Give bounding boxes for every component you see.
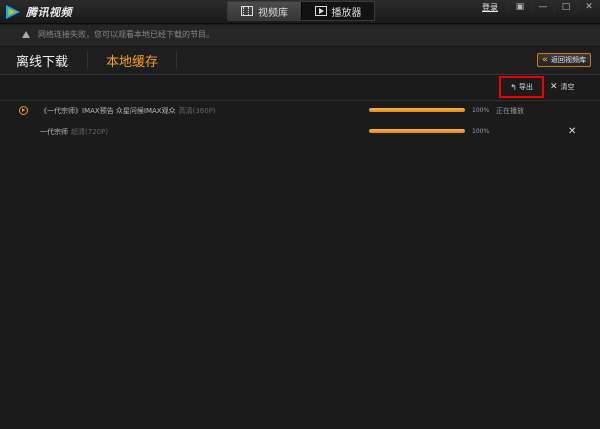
skin-icon[interactable]: ▣ bbox=[508, 0, 531, 14]
app-name: 腾讯视频 bbox=[26, 6, 72, 19]
video-quality: 高清(360P) bbox=[178, 107, 216, 115]
tencent-video-logo-icon bbox=[6, 5, 20, 19]
network-notice-bar: 网络连接失败，您可以观看本地已经下载的节目。 bbox=[0, 25, 600, 45]
play-icon bbox=[314, 6, 327, 16]
video-quality: 超清(720P) bbox=[71, 128, 109, 136]
tab-player[interactable]: 播放器 bbox=[302, 2, 374, 20]
clear-label: 清空 bbox=[560, 83, 575, 91]
export-icon: ↰ bbox=[510, 82, 517, 92]
export-label: 导出 bbox=[518, 83, 533, 91]
list-item[interactable]: 一代宗师 超清(720P) 100% ✕ bbox=[0, 122, 600, 142]
tab-player-label: 播放器 bbox=[331, 7, 362, 19]
playing-indicator-icon[interactable] bbox=[19, 106, 28, 115]
clear-button[interactable]: ✕ 清空 bbox=[550, 80, 575, 94]
tab-video-library-label: 视频库 bbox=[258, 7, 288, 19]
sub-header: 离线下载 本地缓存 « 返回视频库 bbox=[0, 45, 600, 75]
progress-fill bbox=[369, 108, 465, 112]
progress-percent: 100% bbox=[472, 128, 490, 135]
back-to-library-button[interactable]: « 返回视频库 bbox=[537, 53, 591, 67]
list-item[interactable]: 《一代宗师》IMAX预告 众星问候IMAX观众 高清(360P) 100% 正在播… bbox=[0, 101, 600, 121]
top-nav: 视频库 播放器 bbox=[227, 1, 375, 21]
close-icon[interactable]: ✕ bbox=[577, 0, 600, 14]
tab-divider bbox=[176, 51, 177, 69]
export-button[interactable]: ↰ 导出 bbox=[499, 76, 544, 98]
warning-icon bbox=[22, 31, 30, 38]
video-title[interactable]: 一代宗师 超清(720P) bbox=[40, 127, 108, 137]
toolbar: ↰ 导出 ✕ 清空 bbox=[0, 76, 600, 98]
back-to-library-label: 返回视频库 bbox=[551, 56, 586, 64]
film-icon bbox=[241, 6, 253, 16]
double-chevron-left-icon: « bbox=[542, 55, 548, 65]
network-notice-text: 网络连接失败，您可以观看本地已经下载的节目。 bbox=[38, 30, 214, 39]
minimize-icon[interactable]: — bbox=[531, 0, 554, 14]
window-controls: 登录 ▣ — □ ✕ bbox=[482, 0, 600, 14]
progress-fill bbox=[369, 129, 465, 133]
app-logo: 腾讯视频 bbox=[4, 2, 72, 22]
playing-status: 正在播放 bbox=[496, 107, 524, 115]
tab-video-library[interactable]: 视频库 bbox=[228, 2, 302, 20]
download-progress-bar bbox=[369, 129, 465, 133]
download-progress-bar bbox=[369, 108, 465, 112]
video-title[interactable]: 《一代宗师》IMAX预告 众星问候IMAX观众 高清(360P) bbox=[40, 106, 216, 116]
tab-divider bbox=[87, 51, 88, 69]
tab-offline-download[interactable]: 离线下载 bbox=[16, 45, 68, 75]
clear-x-icon: ✕ bbox=[550, 82, 558, 92]
maximize-icon[interactable]: □ bbox=[554, 0, 577, 14]
login-link[interactable]: 登录 bbox=[482, 2, 498, 13]
title-bar: 腾讯视频 视频库 播放器 登录 ▣ — □ ✕ bbox=[0, 0, 600, 24]
progress-percent: 100% bbox=[472, 107, 490, 114]
remove-item-close-icon[interactable]: ✕ bbox=[568, 126, 576, 137]
tab-local-cache[interactable]: 本地缓存 bbox=[106, 45, 158, 75]
